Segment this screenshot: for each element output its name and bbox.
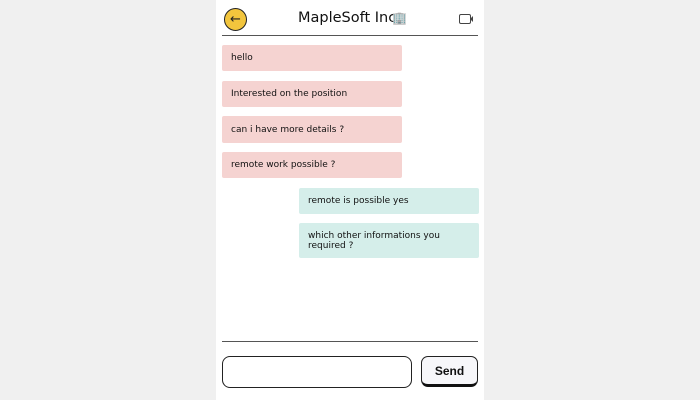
message-received: remote work possible ? bbox=[222, 152, 402, 178]
back-button[interactable]: ← bbox=[224, 8, 247, 31]
composer-divider bbox=[222, 341, 478, 342]
chat-title: MapleSoft Inc bbox=[298, 10, 397, 26]
message-sent: remote is possible yes bbox=[299, 188, 479, 214]
video-camera-icon[interactable] bbox=[459, 14, 473, 24]
arrow-left-icon: ← bbox=[230, 12, 241, 27]
message-received: can i have more details ? bbox=[222, 116, 402, 143]
chat-panel: ← MapleSoft Inc 🏢 hello Interested on th… bbox=[216, 0, 484, 400]
header-divider bbox=[222, 35, 478, 36]
send-button[interactable]: Send bbox=[421, 356, 478, 387]
message-received: hello bbox=[222, 45, 402, 71]
building-icon: 🏢 bbox=[392, 11, 407, 25]
message-input[interactable] bbox=[222, 356, 412, 388]
message-sent: which other informations you required ? bbox=[299, 223, 479, 258]
message-received: Interested on the position bbox=[222, 81, 402, 107]
